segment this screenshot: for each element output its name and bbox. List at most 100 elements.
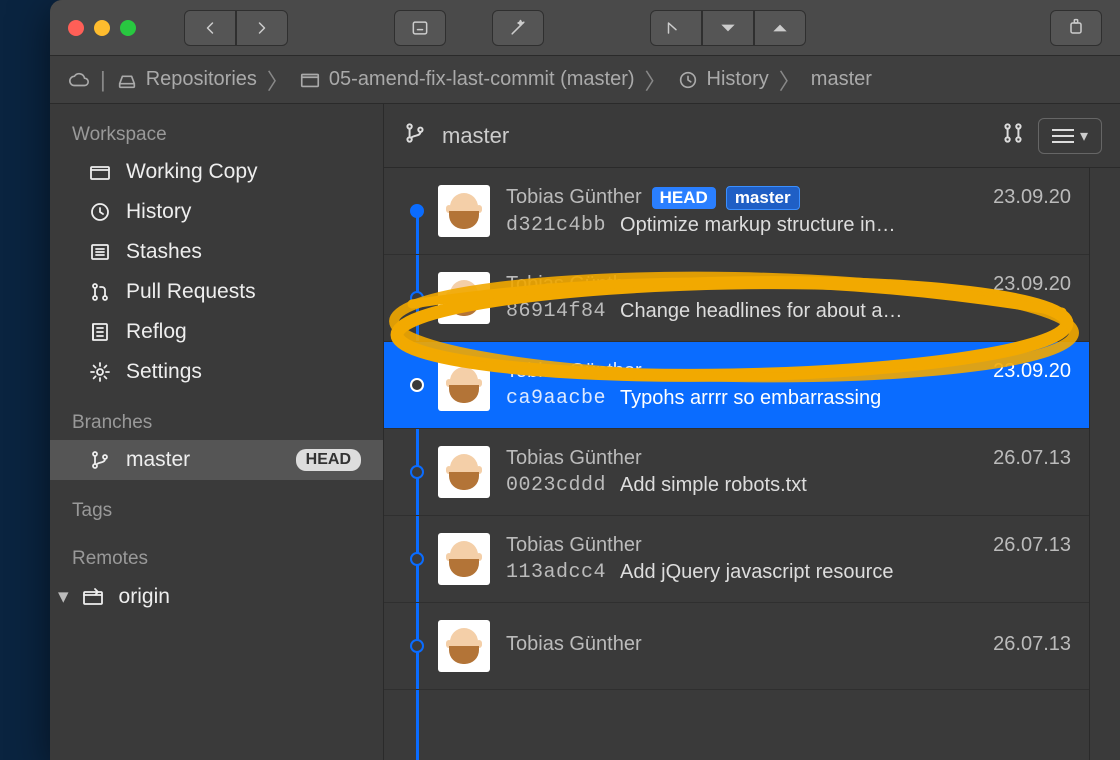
list-icon: [88, 240, 112, 264]
avatar: [438, 446, 490, 498]
avatar: [438, 359, 490, 411]
nav-buttons: [184, 10, 288, 46]
chevron-left-icon: [200, 18, 220, 38]
push-button[interactable]: [754, 10, 806, 46]
commit-body: Tobias Günther26.07.130023cdddAdd simple…: [506, 447, 1071, 497]
branch-tag: master: [726, 186, 800, 210]
view-menu-button[interactable]: ▾: [1038, 118, 1102, 154]
commit-row[interactable]: Tobias Günther26.07.130023cdddAdd simple…: [384, 429, 1089, 516]
commit-body: Tobias Günther23.09.20ca9aacbeTypohs arr…: [506, 360, 1071, 410]
chevron-right-icon: [252, 18, 272, 38]
commit-graph-node: [410, 204, 424, 218]
commit-hash: 86914f84: [506, 300, 606, 323]
commit-body: Tobias Günther26.07.13: [506, 633, 1071, 660]
sidebar-item-history[interactable]: History: [50, 192, 383, 232]
breadcrumb-cloud[interactable]: [68, 69, 90, 91]
fetch-button[interactable]: [650, 10, 702, 46]
commit-body: Tobias Günther26.07.13113adcc4Add jQuery…: [506, 534, 1071, 584]
sidebar-item-working-copy[interactable]: Working Copy: [50, 152, 383, 192]
commit-graph-node: [410, 291, 424, 305]
branch-icon: [402, 120, 428, 151]
sidebar-item-label: Pull Requests: [126, 280, 256, 304]
branch-icon: [88, 448, 112, 472]
fetch-icon: [666, 18, 686, 38]
commit-hash: d321c4bb: [506, 214, 606, 237]
head-tag: HEAD: [652, 187, 716, 209]
chevron-down-icon: ▾: [58, 584, 69, 609]
commit-row[interactable]: Tobias Günther23.09.2086914f84Change hea…: [384, 255, 1089, 342]
commit-body: Tobias Günther HEAD master 23.09.20 d321c4bb…: [506, 186, 1071, 237]
commit-hash: ca9aacbe: [506, 387, 606, 410]
detail-pane: [1090, 168, 1120, 760]
chevron-right-icon: 〉: [645, 64, 667, 96]
commit-date: 26.07.13: [981, 447, 1071, 470]
commit-row[interactable]: Tobias Günther26.07.13: [384, 603, 1089, 690]
page-title: master: [442, 123, 509, 149]
zoom-window-button[interactable]: [120, 20, 136, 36]
extra-button[interactable]: [1050, 10, 1102, 46]
traffic-lights: [68, 20, 136, 36]
breadcrumb-repositories[interactable]: Repositories: [116, 68, 257, 91]
window-link-icon: [410, 18, 430, 38]
commit-date: 23.09.20: [981, 360, 1071, 383]
commit-author: Tobias Günther: [506, 534, 642, 557]
commit-message: Add simple robots.txt: [620, 474, 1071, 497]
magic-wand-icon: [508, 18, 528, 38]
sidebar-item-settings[interactable]: Settings: [50, 352, 383, 392]
pull-request-icon: [88, 280, 112, 304]
breadcrumb-repo[interactable]: 05-amend-fix-last-commit (master): [299, 68, 635, 91]
commit-row[interactable]: Tobias Günther HEAD master 23.09.20 d321c4bb…: [384, 168, 1089, 255]
sidebar-item-label: Stashes: [126, 240, 202, 264]
sidebar: Workspace Working Copy History Stashes P…: [50, 104, 384, 760]
commit-row[interactable]: Tobias Günther26.07.13113adcc4Add jQuery…: [384, 516, 1089, 603]
head-badge: HEAD: [296, 449, 361, 471]
cloud-icon: [68, 69, 90, 91]
sidebar-item-label: Reflog: [126, 320, 187, 344]
chevron-right-icon: 〉: [779, 64, 801, 96]
forward-button[interactable]: [236, 10, 288, 46]
breadcrumb-history[interactable]: History: [677, 68, 769, 91]
commit-message: Optimize markup structure in…: [620, 214, 1071, 237]
clock-icon: [88, 200, 112, 224]
chevron-right-icon: 〉: [267, 64, 289, 96]
sidebar-section-branches: Branches: [50, 406, 383, 440]
commit-body: Tobias Günther23.09.2086914f84Change hea…: [506, 273, 1071, 323]
sidebar-section-tags: Tags: [50, 494, 383, 528]
main-panel: master ▾ Tobias Günther HEAD master 23.09.2…: [384, 104, 1120, 760]
sidebar-branch-label: master: [126, 448, 190, 472]
reflog-icon: [88, 320, 112, 344]
close-window-button[interactable]: [68, 20, 84, 36]
sidebar-item-stashes[interactable]: Stashes: [50, 232, 383, 272]
breadcrumb-label: Repositories: [146, 68, 257, 91]
pull-button[interactable]: [702, 10, 754, 46]
commit-graph-node: [410, 378, 424, 392]
sidebar-branch-master[interactable]: master HEAD: [50, 440, 383, 480]
extension-icon: [1066, 18, 1086, 38]
commit-author: Tobias Günther: [506, 186, 642, 209]
avatar: [438, 620, 490, 672]
drive-icon: [116, 69, 138, 91]
quick-open-button[interactable]: [394, 10, 446, 46]
sidebar-item-pull-requests[interactable]: Pull Requests: [50, 272, 383, 312]
clock-icon: [677, 69, 699, 91]
folder-icon: [299, 69, 321, 91]
commit-hash: 113adcc4: [506, 561, 606, 584]
back-button[interactable]: [184, 10, 236, 46]
avatar: [438, 185, 490, 237]
action-group: [650, 10, 806, 46]
commit-row[interactable]: Tobias Günther23.09.20ca9aacbeTypohs arr…: [384, 342, 1089, 429]
sidebar-item-label: Working Copy: [126, 160, 258, 184]
breadcrumb-label: 05-amend-fix-last-commit (master): [329, 68, 635, 91]
compare-icon[interactable]: [1000, 120, 1026, 151]
commit-message: Add jQuery javascript resource: [620, 561, 1071, 584]
breadcrumb-branch[interactable]: master: [811, 68, 872, 91]
magic-button[interactable]: [492, 10, 544, 46]
commit-date: 23.09.20: [981, 186, 1071, 209]
sidebar-item-label: History: [126, 200, 191, 224]
commit-message: Typohs arrrr so embarrassing: [620, 387, 1071, 410]
commit-list: Tobias Günther HEAD master 23.09.20 d321c4bb…: [384, 168, 1090, 760]
sidebar-item-reflog[interactable]: Reflog: [50, 312, 383, 352]
sidebar-remote-origin[interactable]: ▾ origin: [50, 576, 383, 617]
sidebar-section-remotes: Remotes: [50, 542, 383, 576]
minimize-window-button[interactable]: [94, 20, 110, 36]
